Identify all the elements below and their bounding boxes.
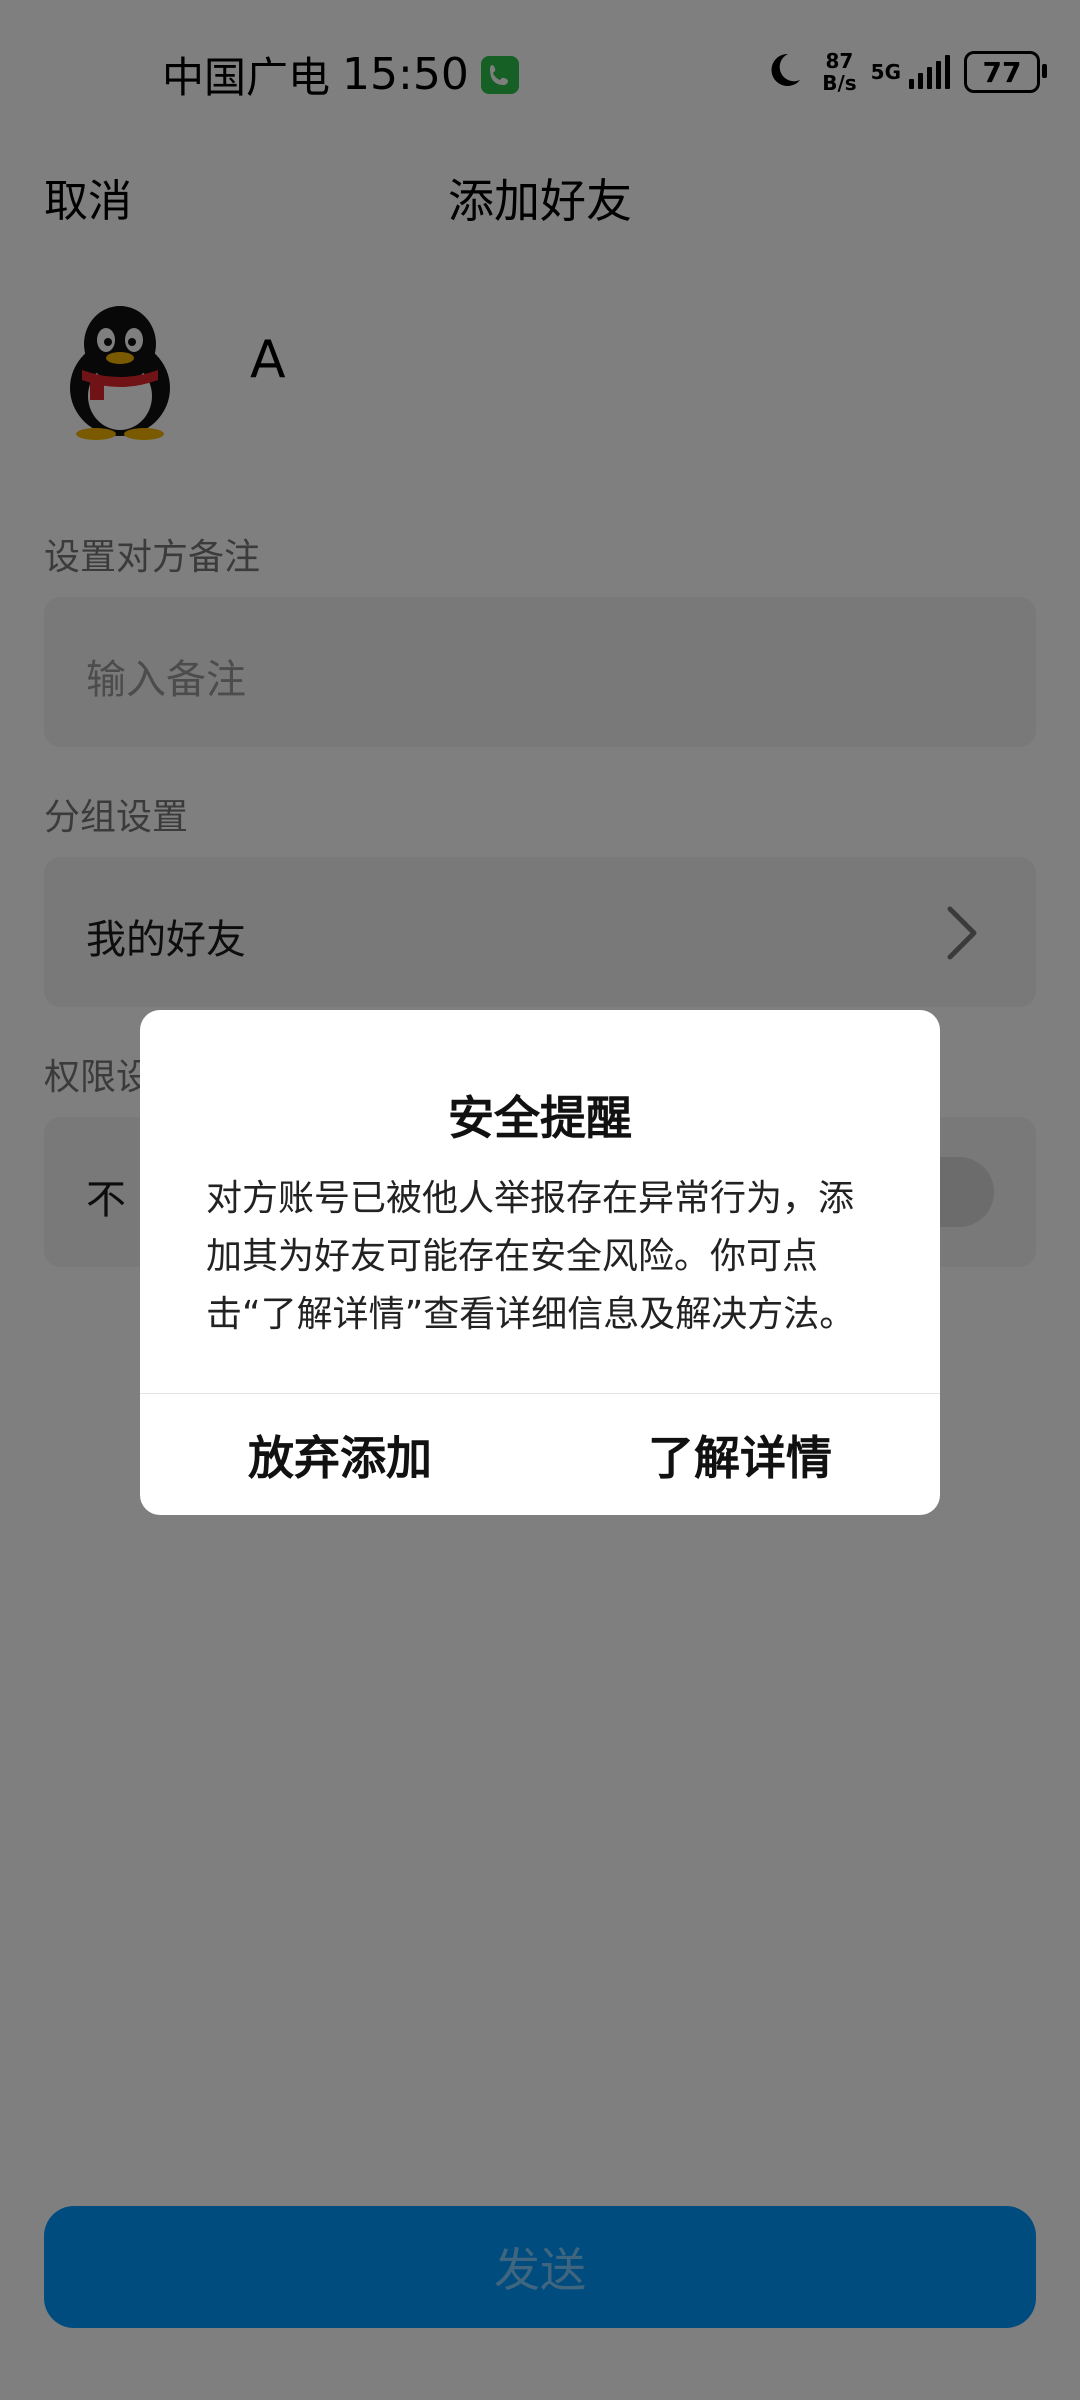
abandon-add-button[interactable]: 放弃添加	[140, 1394, 540, 1515]
dialog-message: 对方账号已被他人举报存在异常行为，添加其为好友可能存在安全风险。你可点击“了解详…	[206, 1178, 856, 1335]
dialog-title: 安全提醒	[448, 1091, 632, 1145]
view-details-button[interactable]: 了解详情	[540, 1394, 940, 1515]
security-alert-dialog: 安全提醒 对方账号已被他人举报存在异常行为，添加其为好友可能存在安全风险。你可点…	[140, 1010, 940, 1515]
